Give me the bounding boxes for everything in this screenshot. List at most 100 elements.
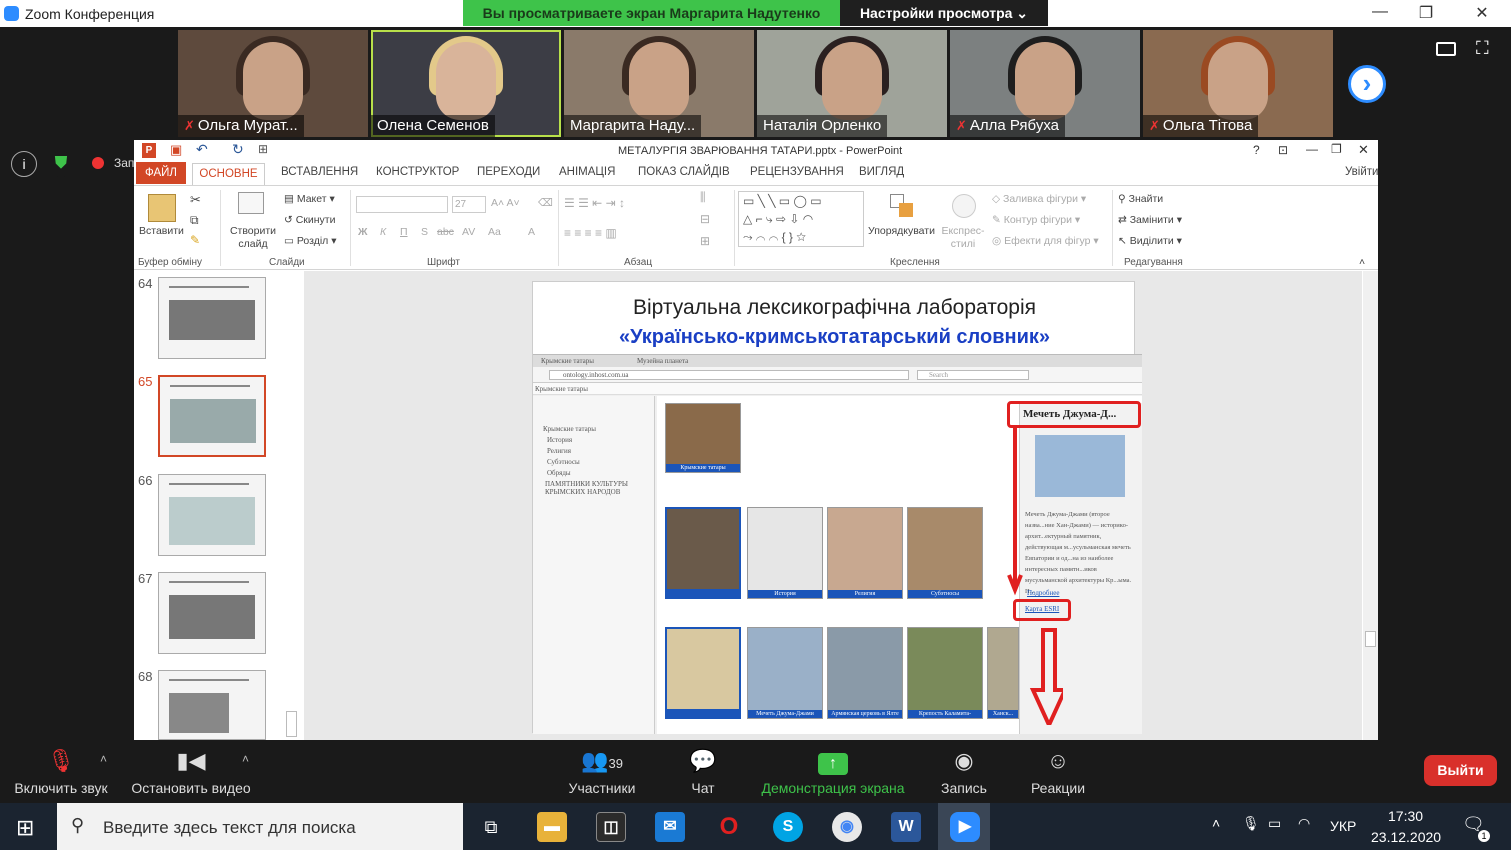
tab-insert[interactable]: ВСТАВЛЕННЯ <box>281 166 358 178</box>
align-text-icon[interactable]: ⊟ <box>700 212 710 226</box>
redo-icon[interactable]: ↻ <box>232 141 244 158</box>
bold-icon[interactable]: Ж <box>358 226 368 238</box>
audio-options-icon[interactable]: ˄ <box>100 752 107 766</box>
new-slide-icon[interactable] <box>238 192 264 214</box>
section-button[interactable]: ▭ Розділ ▾ <box>284 235 336 247</box>
opera-icon[interactable]: O <box>714 812 744 842</box>
paste-icon[interactable] <box>148 194 176 222</box>
shadow-icon[interactable]: S <box>421 226 428 238</box>
replace-button[interactable]: ⇄ Замінити ▾ <box>1118 214 1182 226</box>
arrange-button[interactable]: Упорядкувати <box>868 225 935 237</box>
language-indicator[interactable]: УКР <box>1330 818 1356 834</box>
strikethrough-icon[interactable]: abc <box>437 226 454 238</box>
slide-scrollbar[interactable] <box>1363 271 1378 740</box>
participant-tile-active-speaker[interactable]: Олена Семенов <box>371 30 561 137</box>
slide-thumbnail[interactable] <box>158 474 266 556</box>
ppt-minimize-button[interactable]: — <box>1306 142 1318 156</box>
font-name-field[interactable] <box>356 196 448 213</box>
tab-design[interactable]: КОНСТРУКТОР <box>376 166 459 178</box>
format-painter-icon[interactable]: ✎ <box>190 233 200 247</box>
arrange-icon[interactable] <box>890 194 916 220</box>
thumbnail-scrollbar[interactable] <box>284 271 300 740</box>
find-button[interactable]: ⚲ Знайти <box>1118 193 1163 205</box>
info-icon[interactable]: i <box>11 151 37 177</box>
participants-button[interactable]: 👥39 Участники <box>560 746 644 796</box>
shield-icon[interactable]: ⛊ <box>48 151 74 177</box>
help-icon[interactable]: ? <box>1253 143 1260 157</box>
shapes-gallery[interactable]: ▭ ╲ ╲ ▭ ◯ ▭ △ ⌐ ⤷ ⇨ ⇩ ◠ ⤳ ⌒ ⌒ { } ☆ <box>738 191 864 247</box>
slide-canvas[interactable]: Віртуальна лексикографічна лабораторія «… <box>532 281 1142 734</box>
shape-outline-button[interactable]: ✎ Контур фігури ▾ <box>992 214 1080 226</box>
participant-tile[interactable]: Маргарита Наду... <box>564 30 754 137</box>
ppt-restore-button[interactable]: ❐ <box>1331 142 1342 156</box>
slide-thumbnail[interactable] <box>158 670 266 740</box>
video-options-icon[interactable]: ˄ <box>242 752 249 766</box>
clear-format-icon[interactable]: ⌫ <box>538 197 553 209</box>
tab-animations[interactable]: АНІМАЦІЯ <box>559 166 615 178</box>
chat-button[interactable]: 💬 Чат <box>678 746 728 796</box>
slide-thumbnail-selected[interactable] <box>158 375 266 457</box>
new-slide-button[interactable]: Створити слайд <box>228 225 278 251</box>
layout-button[interactable]: ▤ Макет ▾ <box>284 193 335 205</box>
battery-icon[interactable]: ▭ <box>1268 815 1281 832</box>
reset-button[interactable]: ↺ Скинути <box>284 214 335 226</box>
save-icon[interactable]: ▣ <box>170 142 182 158</box>
participant-tile[interactable]: ✗ Ольга Мурат... <box>178 30 368 137</box>
copy-icon[interactable]: ⧉ <box>190 213 199 228</box>
next-page-icon[interactable]: › <box>1348 65 1386 103</box>
collapse-ribbon-icon[interactable]: ˄ <box>1359 256 1365 268</box>
file-explorer-icon[interactable]: ▬ <box>537 812 567 842</box>
windows-start-icon[interactable]: ⊞ <box>16 815 34 841</box>
align-icon[interactable]: ≡ ≡ ≡ ≡ ▥ <box>564 226 617 240</box>
show-hidden-icons[interactable]: ˄ <box>1212 815 1220 831</box>
italic-icon[interactable]: К <box>380 226 386 238</box>
record-button[interactable]: ◉ Запись <box>934 746 994 796</box>
fullscreen-icon[interactable]: ⛶ <box>1476 38 1489 59</box>
font-size-field[interactable]: 27 <box>452 196 486 213</box>
slide-thumbnail[interactable] <box>158 277 266 359</box>
wifi-icon[interactable]: ◠ <box>1298 815 1310 832</box>
leave-meeting-button[interactable]: Выйти <box>1424 755 1497 786</box>
tab-view[interactable]: ВИГЛЯД <box>859 166 904 178</box>
undo-icon[interactable]: ↶ <box>196 141 208 158</box>
quick-styles-icon[interactable] <box>952 194 976 218</box>
minimize-button[interactable]: — <box>1360 3 1400 23</box>
ppt-close-button[interactable]: ✕ <box>1358 142 1369 158</box>
grow-font-icon[interactable]: A˄ A˅ <box>491 197 520 209</box>
participant-tile[interactable]: ✗ Алла Рябуха <box>950 30 1140 137</box>
reactions-button[interactable]: ☺ Реакции <box>1024 746 1092 796</box>
tab-transitions[interactable]: ПЕРЕХОДИ <box>477 166 540 178</box>
taskbar-search-box[interactable]: ⚲ Введите здесь текст для поиска <box>57 803 463 850</box>
underline-icon[interactable]: П <box>400 226 408 238</box>
chrome-icon[interactable]: ◉ <box>832 812 862 842</box>
text-direction-icon[interactable]: ⫼ <box>700 190 706 205</box>
stop-video-button[interactable]: ▮◀ Остановить видео <box>124 746 258 796</box>
clock-date[interactable]: 23.12.2020 <box>1371 829 1441 845</box>
tab-slideshow[interactable]: ПОКАЗ СЛАЙДІВ <box>638 166 730 178</box>
shape-effects-button[interactable]: ◎ Ефекти для фігур ▾ <box>992 235 1099 247</box>
select-button[interactable]: ↖ Виділити ▾ <box>1118 235 1182 247</box>
cut-icon[interactable]: ✂ <box>190 192 201 208</box>
tab-review[interactable]: РЕЦЕНЗУВАННЯ <box>750 166 844 178</box>
view-options-button[interactable]: Настройки просмотра ⌄ <box>840 0 1048 26</box>
share-screen-button[interactable]: ↑ Демонстрация экрана <box>754 746 912 796</box>
bullets-icon[interactable]: ☰ ☰ ⇤ ⇥ ↕ <box>564 196 625 210</box>
sign-in-link[interactable]: Увійти <box>1345 166 1378 178</box>
font-color-icon[interactable]: A <box>528 226 535 238</box>
skype-icon[interactable]: S <box>773 812 803 842</box>
zoom-app-icon[interactable]: ▶ <box>950 812 980 842</box>
maximize-button[interactable]: ❐ <box>1406 3 1446 23</box>
paste-button[interactable]: Вставити <box>139 225 184 237</box>
word-icon[interactable]: W <box>891 812 921 842</box>
gallery-layout-icon[interactable] <box>1436 42 1456 56</box>
clock-time[interactable]: 17:30 <box>1388 808 1423 824</box>
quick-styles-button[interactable]: Експрес-стилі <box>940 225 986 251</box>
participant-tile[interactable]: Наталія Орленко <box>757 30 947 137</box>
spacing-icon[interactable]: AV <box>462 226 475 238</box>
mail-icon[interactable]: ✉ <box>655 812 685 842</box>
close-button[interactable]: ✕ <box>1462 3 1502 23</box>
smartart-icon[interactable]: ⊞ <box>700 234 710 248</box>
slide-thumbnail[interactable] <box>158 572 266 654</box>
unmute-button[interactable]: 🎙 Включить звук <box>8 746 114 796</box>
store-icon[interactable]: ◫ <box>596 812 626 842</box>
